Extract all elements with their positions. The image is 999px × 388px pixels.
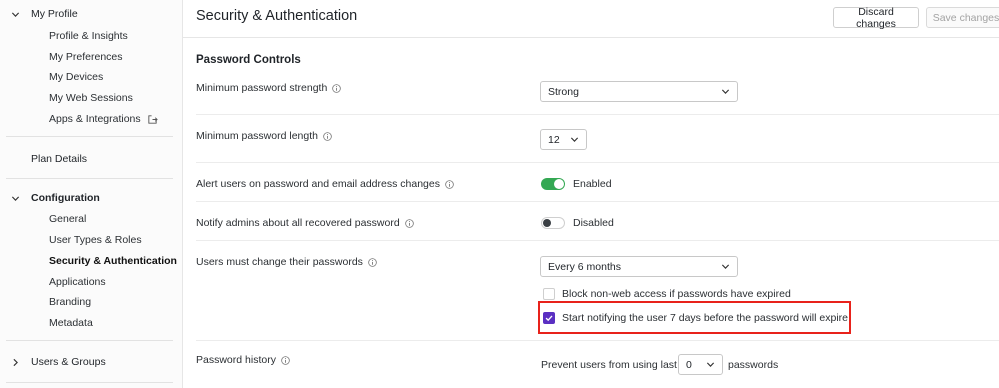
page-title: Security & Authentication xyxy=(196,8,358,24)
info-icon[interactable] xyxy=(332,83,342,93)
sidebar-divider xyxy=(6,178,173,179)
notify-admins-label: Notify admins about all recovered passwo… xyxy=(196,217,414,229)
sidebar-item-label: Apps & Integrations xyxy=(49,113,141,125)
sidebar-item-label: Profile & Insights xyxy=(49,30,128,42)
password-history-label: Password history xyxy=(196,354,290,366)
sidebar-item-plan-details[interactable]: Plan Details xyxy=(31,150,87,168)
notify-user-label: Start notifying the user 7 days before t… xyxy=(562,312,848,324)
row-label-text: Password history xyxy=(196,354,276,366)
sidebar: My Profile Profile & Insights My Prefere… xyxy=(0,0,183,388)
chevron-down-icon xyxy=(721,87,730,96)
row-label-text: Notify admins about all recovered passwo… xyxy=(196,217,400,229)
sidebar-item-branding[interactable]: Branding xyxy=(49,293,91,311)
notify-admins-toggle[interactable] xyxy=(541,217,565,229)
sidebar-item-label: Metadata xyxy=(49,317,93,329)
sidebar-divider xyxy=(6,340,173,341)
password-expiry-select[interactable]: Every 6 months xyxy=(540,256,738,277)
password-controls-panel: Password Controls Minimum password stren… xyxy=(183,39,999,388)
min-length-label: Minimum password length xyxy=(196,130,332,142)
select-value: 0 xyxy=(686,358,692,371)
toggle-knob xyxy=(543,219,551,227)
row-label-text: Minimum password length xyxy=(196,130,318,142)
section-title: Password Controls xyxy=(196,54,301,66)
min-strength-label: Minimum password strength xyxy=(196,82,342,94)
sidebar-item-label: Branding xyxy=(49,296,92,308)
notify-user-checkbox[interactable] xyxy=(543,312,555,324)
history-prefix-text: Prevent users from using last xyxy=(541,359,677,371)
sidebar-section-label: Configuration xyxy=(31,192,100,204)
chevron-down-icon xyxy=(570,135,579,144)
alert-users-toggle[interactable] xyxy=(541,178,565,190)
sidebar-section-label: My Profile xyxy=(31,8,78,20)
alert-users-state: Enabled xyxy=(573,178,612,190)
sidebar-item-user-types-roles[interactable]: User Types & Roles xyxy=(49,231,142,249)
row-label-text: Minimum password strength xyxy=(196,82,328,94)
sidebar-item-label: User Types & Roles xyxy=(49,234,142,246)
sidebar-divider xyxy=(6,382,173,383)
sidebar-item-label: My Devices xyxy=(49,71,104,83)
sidebar-divider xyxy=(6,136,173,137)
password-history-select[interactable]: 0 xyxy=(678,354,723,375)
discard-changes-button[interactable]: Discard changes xyxy=(833,6,919,30)
row-label-text: Users must change their passwords xyxy=(196,256,363,268)
history-suffix-text: passwords xyxy=(728,359,779,371)
sidebar-item-profile-insights[interactable]: Profile & Insights xyxy=(49,27,128,45)
select-value: Strong xyxy=(548,85,579,98)
sidebar-item-apps-integrations[interactable]: Apps & Integrations xyxy=(49,110,158,128)
sidebar-item-label: General xyxy=(49,213,87,225)
chevron-down-icon xyxy=(0,10,31,19)
external-link-icon xyxy=(147,114,158,125)
row-divider xyxy=(196,240,999,241)
min-strength-select[interactable]: Strong xyxy=(540,81,738,102)
check-icon xyxy=(545,315,553,322)
sidebar-item-security-authentication[interactable]: Security & Authentication xyxy=(49,252,177,270)
save-changes-button[interactable]: Save changes xyxy=(926,7,999,28)
chevron-right-icon xyxy=(0,358,31,367)
sidebar-item-my-web-sessions[interactable]: My Web Sessions xyxy=(49,89,133,107)
toggle-knob xyxy=(554,179,564,189)
row-divider xyxy=(196,114,999,115)
row-label-text: Alert users on password and email addres… xyxy=(196,178,440,190)
sidebar-section-label: Users & Groups xyxy=(31,356,106,368)
info-icon[interactable] xyxy=(281,355,290,365)
sidebar-section-my-profile[interactable]: My Profile xyxy=(0,4,78,24)
row-divider xyxy=(196,340,999,341)
alert-users-label: Alert users on password and email addres… xyxy=(196,178,454,190)
sidebar-item-label: Security & Authentication xyxy=(49,255,177,267)
select-value: Every 6 months xyxy=(548,260,621,273)
sidebar-section-configuration[interactable]: Configuration xyxy=(0,188,100,208)
min-length-select[interactable]: 12 xyxy=(540,129,587,150)
block-non-web-checkbox[interactable] xyxy=(543,288,555,300)
page-header: Security & Authentication Discard change… xyxy=(183,0,999,38)
chevron-down-icon xyxy=(706,360,715,369)
users-change-label: Users must change their passwords xyxy=(196,256,377,268)
row-divider xyxy=(196,162,999,163)
sidebar-section-users-groups[interactable]: Users & Groups xyxy=(0,352,106,372)
sidebar-item-label: My Web Sessions xyxy=(49,92,133,104)
chevron-down-icon xyxy=(721,262,730,271)
sidebar-item-label: Plan Details xyxy=(31,153,88,165)
notify-admins-state: Disabled xyxy=(573,217,614,229)
info-icon[interactable] xyxy=(323,131,332,141)
sidebar-item-general[interactable]: General xyxy=(49,210,86,228)
sidebar-item-my-devices[interactable]: My Devices xyxy=(49,68,103,86)
info-icon[interactable] xyxy=(445,179,454,189)
row-divider xyxy=(196,201,999,202)
info-icon[interactable] xyxy=(404,218,414,228)
sidebar-item-metadata[interactable]: Metadata xyxy=(49,314,93,332)
chevron-down-icon xyxy=(0,194,31,203)
sidebar-item-applications[interactable]: Applications xyxy=(49,273,106,291)
select-value: 12 xyxy=(548,133,560,146)
info-icon[interactable] xyxy=(368,257,377,267)
block-non-web-label: Block non-web access if passwords have e… xyxy=(562,288,791,300)
sidebar-item-my-preferences[interactable]: My Preferences xyxy=(49,48,123,66)
sidebar-item-label: Applications xyxy=(49,276,106,288)
sidebar-item-label: My Preferences xyxy=(49,51,123,63)
